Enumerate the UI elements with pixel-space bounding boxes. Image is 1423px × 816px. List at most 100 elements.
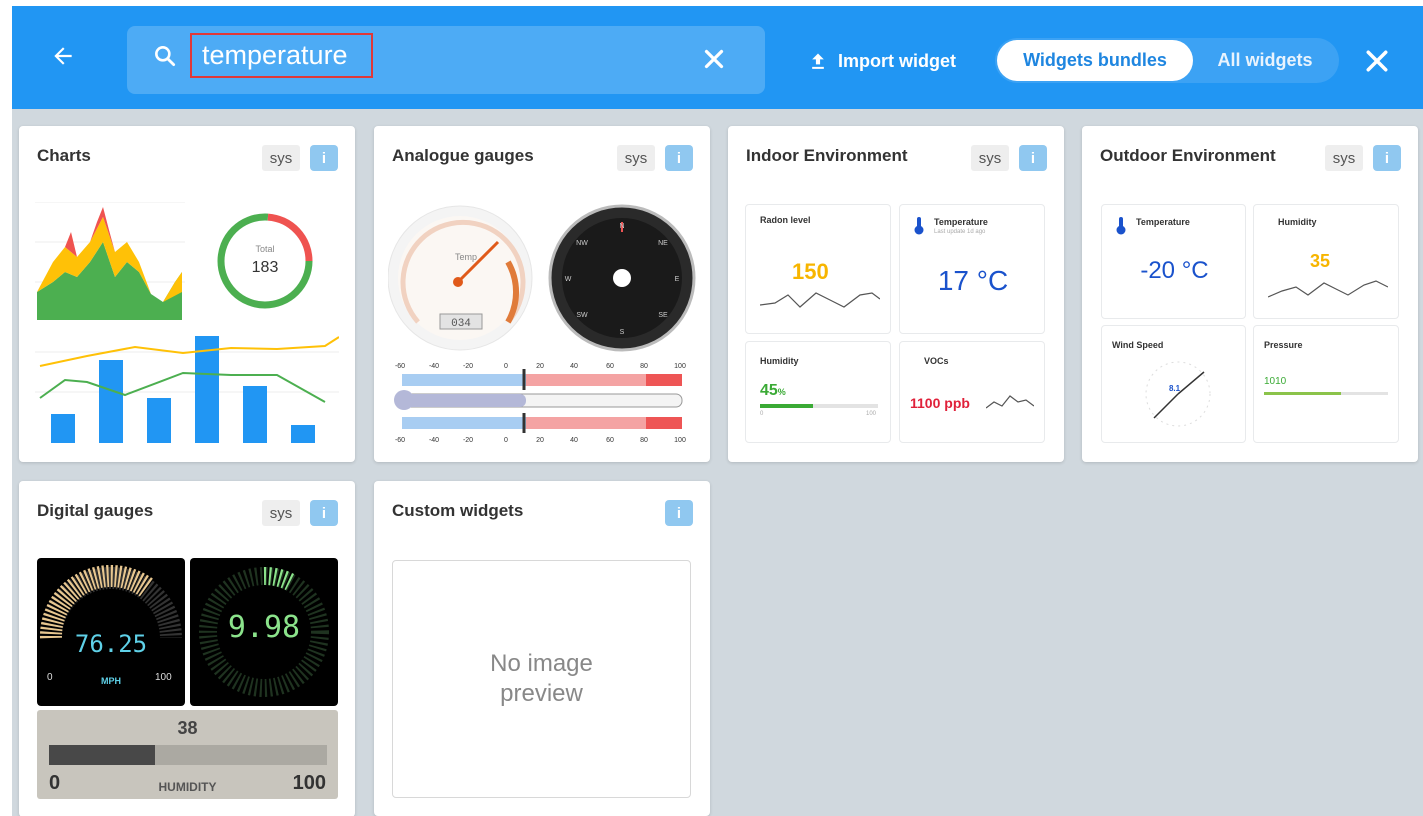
info-button[interactable]: i <box>1019 145 1047 171</box>
close-icon[interactable] <box>1362 46 1392 76</box>
donut-value: 183 <box>252 259 279 276</box>
linear-scale-bottom: -60 -40 -20 0 20 40 60 80 100 <box>395 437 686 444</box>
voc-label: VOCs <box>924 356 949 366</box>
gauge-readout: 034 <box>451 318 471 330</box>
bundle-card-custom-widgets[interactable]: Custom widgets i No image preview <box>374 481 710 816</box>
bundle-card-charts[interactable]: Charts sys i Total 183 <box>19 126 355 462</box>
temperature-sub: Last update 1d ago <box>934 229 986 235</box>
linear-scale-top: -60 -40 -20 0 20 40 60 80 100 <box>395 363 686 370</box>
card-title: Charts <box>37 146 91 165</box>
compass-label: SW <box>576 312 588 319</box>
info-button[interactable]: i <box>1373 145 1401 171</box>
import-widget-button[interactable]: Import widget <box>808 46 956 76</box>
thermometer-icon <box>1116 217 1126 235</box>
temperature-label: Temperature <box>1136 217 1190 227</box>
back-button[interactable] <box>47 40 79 72</box>
svg-text:-40: -40 <box>429 363 439 370</box>
svg-text:20: 20 <box>536 363 544 370</box>
bar <box>99 360 123 443</box>
voc-tile: VOCs 1100 ppb <box>899 341 1045 443</box>
pressure-tile: Pressure 1010 <box>1253 325 1399 443</box>
humidity-min: 0 <box>760 411 764 417</box>
card-title: Indoor Environment <box>746 146 908 165</box>
humidity-digital-bar: 38 0 HUMIDITY 100 <box>37 710 338 799</box>
compass-label: S <box>620 329 625 336</box>
temperature-tile: Temperature Last update 1d ago 17 °C <box>899 204 1045 334</box>
voc-sparkline <box>986 395 1034 409</box>
wind-label: Wind Speed <box>1112 340 1164 350</box>
humidity-digital-value: 38 <box>177 718 198 738</box>
info-button[interactable]: i <box>310 145 338 171</box>
outdoor-humidity-tile: Humidity 35 <box>1253 204 1399 319</box>
svg-text:60: 60 <box>606 437 614 444</box>
card-title: Outdoor Environment <box>1100 146 1276 165</box>
sys-badge: sys <box>617 145 655 171</box>
svg-text:0: 0 <box>504 363 508 370</box>
speed-value: 76.25 <box>74 630 148 658</box>
line-series-green <box>39 371 326 403</box>
radial-digital-gauge: 9.98 <box>190 558 338 706</box>
svg-text:-40: -40 <box>429 437 439 444</box>
temperature-value: -20 °C <box>1140 257 1209 284</box>
wind-compass <box>1145 361 1211 427</box>
compass-label: N <box>619 223 624 230</box>
svg-text:20: 20 <box>536 437 544 444</box>
compass-label: W <box>565 276 572 283</box>
upload-icon <box>812 53 824 69</box>
widgets-bundles-grid: Charts sys i Total 183 Analogue gauges s… <box>12 109 1423 816</box>
compass-label: E <box>675 276 680 283</box>
widgets-bundles-tab[interactable]: Widgets bundles <box>997 40 1193 81</box>
bundle-card-indoor-environment[interactable]: Indoor Environment sys i Radon level 150… <box>728 126 1064 462</box>
donut-label: Total <box>255 244 274 254</box>
temperature-label: Temperature <box>934 217 988 227</box>
svg-text:-20: -20 <box>463 363 473 370</box>
humidity-sparkline <box>1268 280 1388 298</box>
info-button[interactable]: i <box>310 500 338 526</box>
humidity-value: 35 <box>1310 251 1331 271</box>
bundle-card-outdoor-environment[interactable]: Outdoor Environment sys i Temperature -2… <box>1082 126 1418 462</box>
search-input[interactable]: temperature <box>190 33 373 78</box>
humidity-label: Humidity <box>1278 217 1317 227</box>
card-title: Digital gauges <box>37 501 154 520</box>
svg-text:-20: -20 <box>463 437 473 444</box>
wind-speed-tile: Wind Speed 8.1 <box>1101 325 1246 443</box>
radial-value: 9.98 <box>227 610 301 645</box>
svg-text:100: 100 <box>674 363 686 370</box>
voc-value: 1100 ppb <box>910 395 970 411</box>
svg-text:60: 60 <box>606 363 614 370</box>
charts-preview: Total 183 <box>35 202 339 443</box>
humidity-value: 45% <box>760 382 786 399</box>
svg-text:80: 80 <box>640 437 648 444</box>
sys-badge: sys <box>971 145 1009 171</box>
no-image-preview: No image preview <box>392 560 691 798</box>
radon-value: 150 <box>792 259 829 284</box>
info-button[interactable]: i <box>665 145 693 171</box>
humidity-max: 100 <box>866 411 877 417</box>
all-widgets-tab[interactable]: All widgets <box>1195 40 1335 81</box>
compass-label: NE <box>658 240 668 247</box>
svg-text:0: 0 <box>504 437 508 444</box>
svg-text:40: 40 <box>570 437 578 444</box>
svg-text:-60: -60 <box>395 363 405 370</box>
card-title: Custom widgets <box>392 501 524 520</box>
clear-search-icon[interactable] <box>699 44 729 74</box>
search-icon <box>155 46 176 67</box>
arrow-left-icon <box>54 47 72 65</box>
pressure-fill <box>1264 392 1341 395</box>
sys-badge: sys <box>262 500 300 526</box>
bundle-card-analogue-gauges[interactable]: Analogue gauges sys i Temp 034 N NE E SE… <box>374 126 710 462</box>
wind-value: 8.1 <box>1168 384 1181 393</box>
svg-text:100: 100 <box>674 437 686 444</box>
compass-label: SE <box>658 312 668 319</box>
thermometer-icon <box>914 217 924 235</box>
info-button[interactable]: i <box>665 500 693 526</box>
card-title: Analogue gauges <box>392 146 534 165</box>
bar <box>291 425 315 443</box>
compass-label: NW <box>576 240 588 247</box>
bundle-card-digital-gauges[interactable]: Digital gauges sys i 76.25 0 MPH 100 9.9… <box>19 481 355 816</box>
bar <box>147 398 171 443</box>
svg-text:-60: -60 <box>395 437 405 444</box>
search-bar: temperature <box>127 26 765 94</box>
outdoor-temperature-tile: Temperature -20 °C <box>1101 204 1246 319</box>
bar <box>51 414 75 443</box>
